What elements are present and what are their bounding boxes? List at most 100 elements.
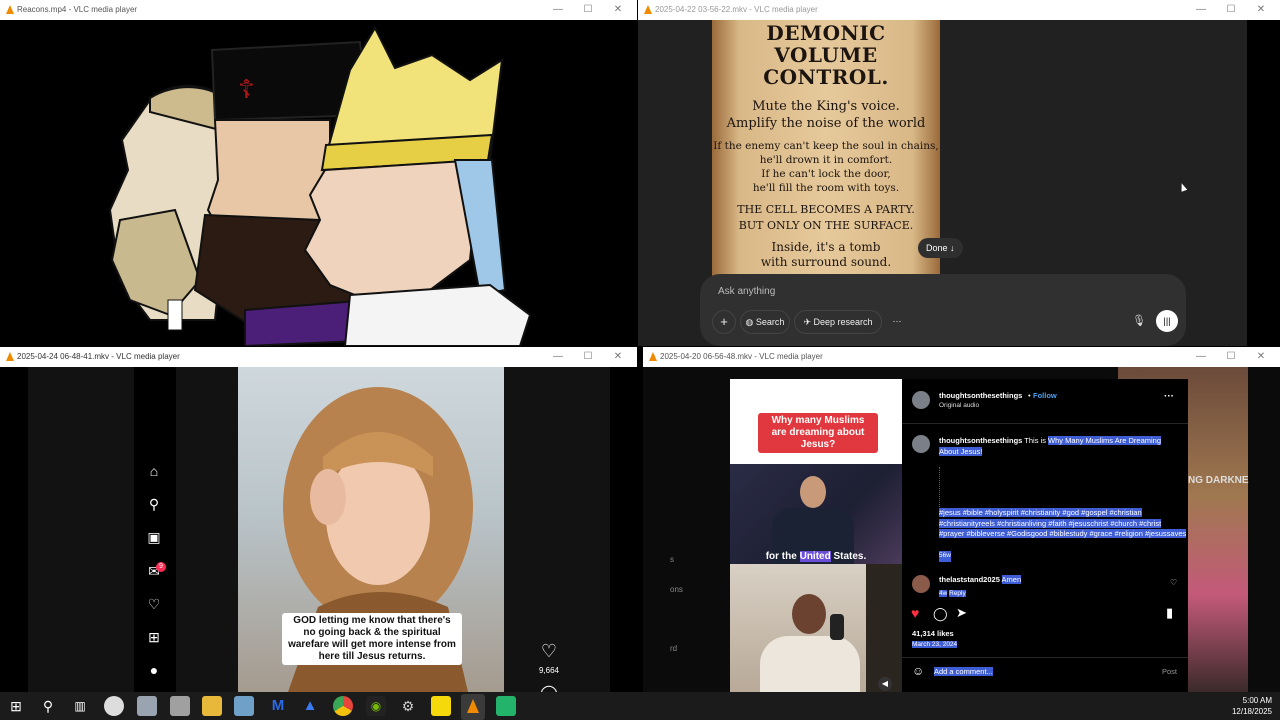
task-view-icon[interactable]: ▥ xyxy=(70,696,90,716)
home-icon[interactable]: ⌂ xyxy=(146,463,162,479)
comment-icon[interactable]: ◯ xyxy=(538,683,560,692)
heading-line: CONTROL. xyxy=(763,65,889,89)
search-icon[interactable]: ⚲ xyxy=(146,496,162,512)
app-icon[interactable] xyxy=(234,696,254,716)
title-bar[interactable]: 2025-04-22 03-56-22.mkv - VLC media play… xyxy=(638,0,1280,20)
close-button[interactable]: ✕ xyxy=(603,347,633,367)
title-bar[interactable]: 2025-04-20 06-56-48.mkv - VLC media play… xyxy=(643,347,1280,367)
add-comment-input[interactable]: Add a comment... xyxy=(934,667,993,678)
app-icon[interactable]: ▲ xyxy=(300,696,320,716)
reel-caption: Why many Muslims are dreaming about Jesu… xyxy=(758,413,878,453)
upload-icon[interactable]: ⊞ xyxy=(146,629,162,645)
poster-para4: Inside, it's a tomb with surround sound. xyxy=(712,240,940,270)
microphone-icon[interactable]: 🎙 xyxy=(1132,314,1146,330)
like-heart-icon[interactable]: ♡ xyxy=(538,641,560,662)
app-icon[interactable] xyxy=(137,696,157,716)
poster-line: Mute the King's voice. xyxy=(752,99,900,114)
chrome-icon[interactable] xyxy=(333,696,353,716)
taskbar: ⊞ ⚲ ▥ M ▲ ◉ ⚙ 5:00 AM 12/18/2025 xyxy=(0,692,1280,720)
speaker-clip-top xyxy=(730,464,902,564)
app-icon[interactable] xyxy=(170,696,190,716)
more-tools-button[interactable]: ··· xyxy=(886,310,908,332)
author-avatar[interactable] xyxy=(912,391,930,409)
close-button[interactable]: ✕ xyxy=(1246,0,1276,20)
post-button[interactable]: Post xyxy=(1162,667,1177,678)
ask-input[interactable]: Ask anything xyxy=(718,286,775,297)
like-heart-icon[interactable]: ♥ xyxy=(911,605,919,621)
bishop-face xyxy=(303,158,482,307)
deep-research-button[interactable]: ✈ Deep research xyxy=(794,310,882,334)
minimize-button[interactable]: — xyxy=(543,0,573,20)
app-icon[interactable] xyxy=(104,696,124,716)
chat-composer[interactable]: Ask anything + ◍ Search ✈ Deep research … xyxy=(700,274,1186,346)
title-bar[interactable]: 2025-04-24 06-48-41.mkv - VLC media play… xyxy=(0,347,637,367)
profile-avatar-icon[interactable]: ● xyxy=(146,662,162,678)
comment-like-icon[interactable]: ♡ xyxy=(1170,578,1177,587)
tiktok-frame: ⌂ ⚲ ▣ ✉ 9 ♡ ⊞ ● GOD letting me know that… xyxy=(0,367,637,692)
emoji-icon[interactable]: ☺ xyxy=(912,664,924,678)
search-button[interactable]: ◍ Search xyxy=(740,310,790,334)
caption-avatar xyxy=(912,435,930,453)
hashtag-text: #jesus #bible #holyspirit #christianity … xyxy=(939,508,1187,538)
maximize-button[interactable]: ☐ xyxy=(1216,347,1246,367)
close-button[interactable]: ✕ xyxy=(1246,347,1276,367)
app-icon[interactable]: ⚙ xyxy=(398,696,418,716)
minimize-button[interactable]: — xyxy=(1186,347,1216,367)
friends-icon[interactable]: ▣ xyxy=(146,529,162,545)
left-fragment: ons xyxy=(670,585,683,594)
reel-video[interactable]: Why many Muslims are dreaming about Jesu… xyxy=(730,379,902,692)
minimize-button[interactable]: — xyxy=(1186,0,1216,20)
microphone-stand xyxy=(830,614,844,640)
file-explorer-icon[interactable] xyxy=(202,696,222,716)
start-windows-icon[interactable]: ⊞ xyxy=(6,696,26,716)
audio-label[interactable]: Original audio xyxy=(939,402,979,409)
selection-marks xyxy=(939,467,943,507)
system-clock[interactable]: 5:00 AM 12/18/2025 xyxy=(1232,695,1272,717)
man-shirt xyxy=(760,636,860,692)
maximize-button[interactable]: ☐ xyxy=(1216,0,1246,20)
nvidia-icon[interactable]: ◉ xyxy=(366,696,386,716)
vlc-window-instagram[interactable]: 2025-04-20 06-56-48.mkv - VLC media play… xyxy=(643,347,1280,692)
app-icon[interactable]: M xyxy=(268,696,288,716)
tiktok-video[interactable]: GOD letting me know that there's no goin… xyxy=(238,367,504,692)
comment-icon[interactable]: ◯ xyxy=(933,606,948,622)
follow-button[interactable]: Follow xyxy=(1033,391,1057,400)
reply-link[interactable]: Reply xyxy=(949,590,966,597)
maximize-button[interactable]: ☐ xyxy=(573,347,603,367)
search-icon[interactable]: ⚲ xyxy=(38,696,58,716)
vlc-cone-icon xyxy=(467,699,479,713)
maximize-button[interactable]: ☐ xyxy=(573,0,603,20)
sticky-notes-icon[interactable] xyxy=(431,696,451,716)
done-button[interactable]: Done ↓ xyxy=(918,238,963,258)
speaker-head xyxy=(800,476,826,508)
vlc-taskbar-icon[interactable] xyxy=(461,694,485,720)
share-icon[interactable]: ➤ xyxy=(956,605,967,621)
mouse-cursor-icon xyxy=(1178,182,1188,192)
close-button[interactable]: ✕ xyxy=(603,0,633,20)
author-username[interactable]: thoughtsonthesethings xyxy=(939,391,1022,400)
title-bar[interactable]: Reacons.mp4 - VLC media player — ☐ ✕ xyxy=(0,0,637,20)
speaker-clip-bottom xyxy=(730,564,902,692)
commenter-avatar[interactable] xyxy=(912,575,930,593)
telescope-icon: ✈ xyxy=(803,317,811,327)
vlc-window-reacons[interactable]: Reacons.mp4 - VLC media player — ☐ ✕ ☦ xyxy=(0,0,637,346)
comment-meta: 4w Reply xyxy=(939,589,966,600)
voice-mode-button[interactable]: ||| xyxy=(1156,310,1178,332)
video-frame[interactable]: ☦ xyxy=(0,20,637,346)
window-title: Reacons.mp4 - VLC media player xyxy=(17,5,138,14)
follow-dot: • xyxy=(1028,391,1031,400)
vlc-window-tiktok[interactable]: 2025-04-24 06-48-41.mkv - VLC media play… xyxy=(0,347,637,692)
likes-count: 41,314 likes xyxy=(912,629,954,638)
minimize-button[interactable]: — xyxy=(543,347,573,367)
plus-button[interactable]: + xyxy=(712,310,736,334)
bookmark-icon[interactable]: ▮ xyxy=(1166,605,1173,621)
video-caption: GOD letting me know that there's no goin… xyxy=(282,613,462,665)
more-options-icon[interactable]: ··· xyxy=(1164,391,1174,402)
comment-username[interactable]: thelaststand2025 xyxy=(939,575,1000,584)
activity-heart-icon[interactable]: ♡ xyxy=(146,596,162,612)
poster-line: Amplify the noise of the world xyxy=(726,116,926,131)
app-icon[interactable] xyxy=(496,696,516,716)
vlc-window-poster[interactable]: 2025-04-22 03-56-22.mkv - VLC media play… xyxy=(638,0,1280,346)
caption-username[interactable]: thoughtsonthesethings xyxy=(939,436,1022,445)
mute-icon[interactable]: ◀ xyxy=(878,677,892,691)
